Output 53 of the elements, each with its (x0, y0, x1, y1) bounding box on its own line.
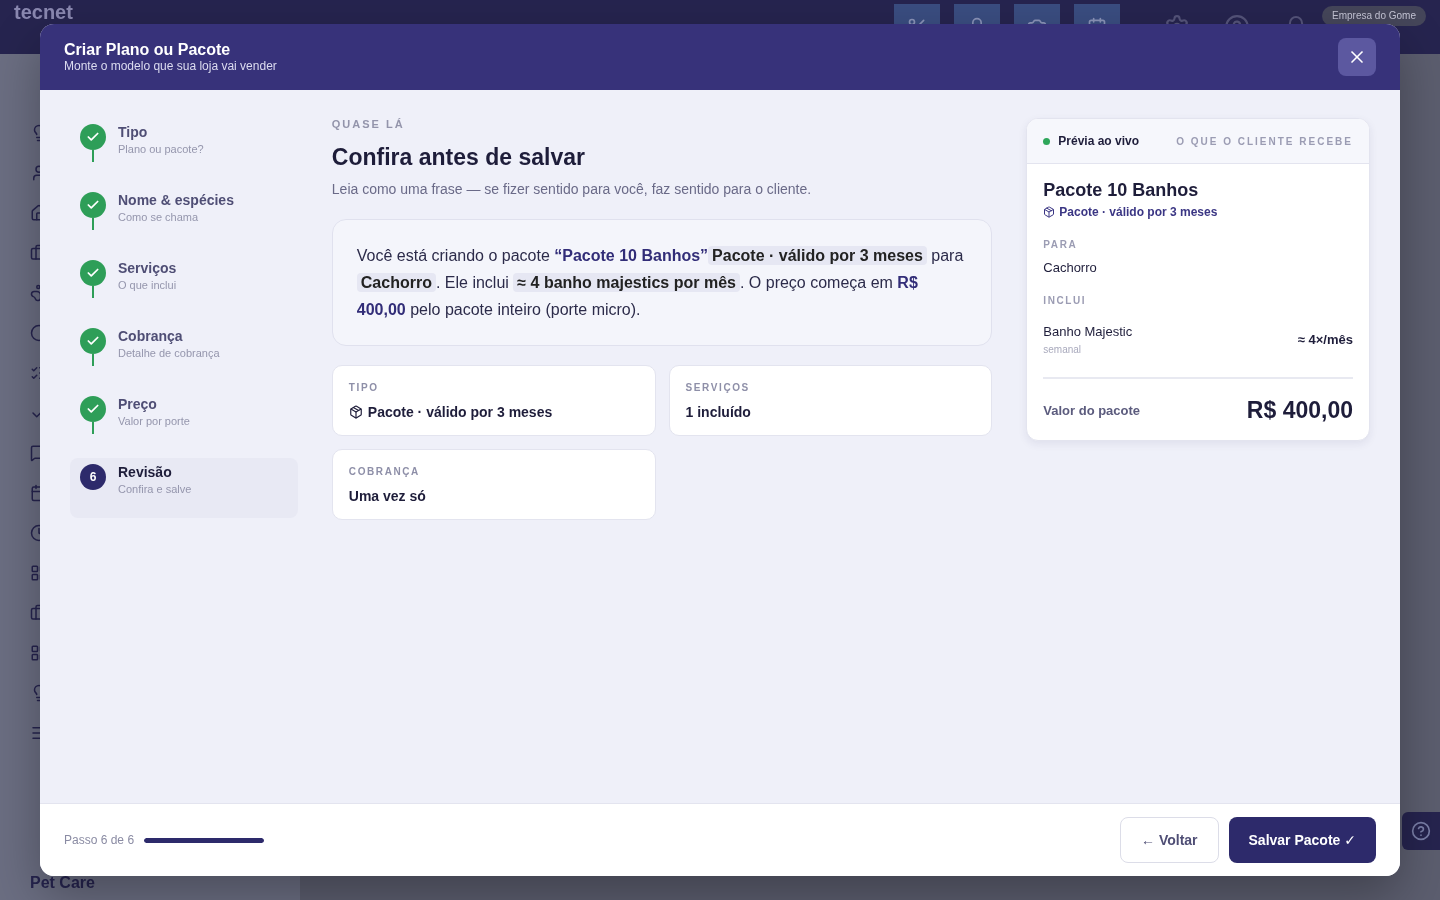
step-subtitle: Detalhe de cobrança (118, 347, 220, 359)
section-eyebrow: QUASE LÁ (331, 118, 406, 130)
step-subtitle: Confira e salve (118, 483, 192, 495)
sidebar-footer-label: Pet Care (30, 874, 95, 892)
service-name: Banho Majestic (1043, 324, 1133, 339)
wizard-step[interactable]: Nome & espécies Como se chama (70, 186, 298, 246)
service-frequency: semanal (1043, 344, 1083, 355)
step-title: Serviços (118, 260, 177, 276)
section-heading: Confira antes de salvar (331, 144, 586, 171)
preview-label: Prévia ao vivo (1058, 134, 1139, 148)
summary-sentence: Você está criando o pacote “Pacote 10 Banhos” Pacote · válido por 3 meses para Cachorro . Ele inclui ≈ 4 banho majestics por mês . O preço começa em R$ 400,00 pelo pacote inteiro (porte micro). (356, 245, 965, 320)
tile-label: TIPO (348, 382, 380, 393)
field-label: PARA (1043, 239, 1079, 250)
close-button[interactable] (1338, 38, 1376, 76)
help-button[interactable] (1402, 812, 1440, 850)
step-subtitle: Como se chama (118, 211, 200, 223)
help-icon (1411, 821, 1431, 841)
service-quantity: ≈ 4×/mês (1297, 332, 1353, 347)
preview-caption: O QUE O CLIENTE RECEBE (1176, 135, 1353, 147)
wizard-step[interactable]: Tipo Plano ou pacote? (70, 118, 298, 178)
step-title: Nome & espécies (118, 192, 234, 208)
total-price: R$ 400,00 (1246, 397, 1353, 424)
step-title: Tipo (118, 124, 149, 140)
modal-subtitle: Monte o modelo que sua loja vai vender (64, 59, 277, 73)
step-title: Revisão (118, 464, 173, 480)
save-button[interactable]: Salvar Pacote ✓ (1228, 817, 1376, 863)
field-value: Cachorro (1043, 260, 1098, 275)
modal-title: Criar Plano ou Pacote (64, 41, 232, 59)
company-selector[interactable]: Empresa do Gome (1322, 6, 1426, 26)
tile-label: SERVIÇOS (685, 382, 751, 393)
back-button[interactable]: ← Voltar (1120, 817, 1219, 863)
package-icon (348, 405, 363, 419)
tile-value: Pacote · válido por 3 meses (367, 404, 553, 420)
step-title: Cobrança (118, 328, 184, 344)
logo[interactable]: tecnet (14, 1, 73, 23)
wizard-step[interactable]: Serviços O que inclui (70, 254, 298, 314)
total-label: Valor do pacote (1043, 403, 1141, 418)
step-subtitle: Plano ou pacote? (118, 143, 204, 155)
plan-name: Pacote 10 Banhos (1043, 180, 1200, 201)
package-icon (1043, 206, 1056, 218)
step-subtitle: Valor por porte (118, 415, 190, 427)
section-lead: Leia como uma frase — se fizer sentido para você, faz sentido para o cliente. (331, 181, 813, 197)
step-subtitle: O que inclui (118, 279, 177, 291)
wizard-step[interactable]: Preço Valor por porte (70, 390, 298, 450)
step-title: Preço (118, 396, 158, 412)
wizard-step[interactable]: Cobrança Detalhe de cobrança (70, 322, 298, 382)
tile-value: Uma vez só (348, 488, 426, 504)
tile-value: 1 incluído (685, 404, 751, 420)
step-counter: Passo 6 de 6 (64, 833, 135, 847)
plan-type: Pacote · válido por 3 meses (1059, 205, 1218, 219)
field-label: INCLUI (1043, 295, 1088, 306)
tile-label: COBRANÇA (348, 466, 421, 477)
wizard-step[interactable]: 6 Revisão Confira e salve (70, 458, 298, 518)
